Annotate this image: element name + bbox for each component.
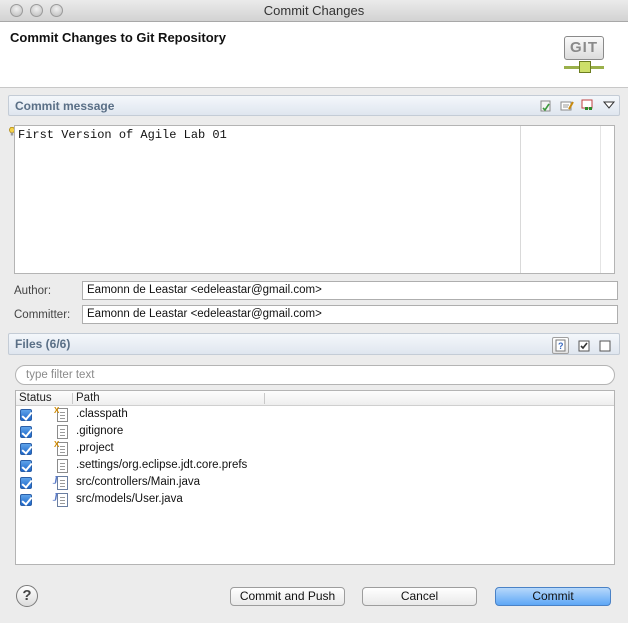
- xml-file-icon: X: [54, 440, 68, 456]
- uncheck-all-icon: [599, 340, 611, 352]
- commit-and-push-button[interactable]: Commit and Push: [230, 587, 345, 606]
- java-file-icon: J: [54, 474, 68, 490]
- help-button[interactable]: ?: [16, 585, 38, 607]
- file-filter-input[interactable]: type filter text: [15, 365, 615, 385]
- file-row[interactable]: X .project: [16, 440, 614, 458]
- file-path: .gitignore: [76, 425, 124, 437]
- files-section-header: Files (6/6): [8, 333, 620, 355]
- git-logo-text: GIT: [564, 36, 604, 60]
- chevron-down-icon[interactable]: [602, 99, 616, 113]
- file-row[interactable]: X .classpath: [16, 406, 614, 424]
- untracked-file-icon: ?: [555, 339, 566, 352]
- file-row[interactable]: J src/controllers/Main.java: [16, 474, 614, 492]
- author-field[interactable]: Eamonn de Leastar <edeleastar@gmail.com>: [82, 281, 618, 300]
- window-title: Commit Changes: [263, 3, 365, 18]
- banner-title: Commit Changes to Git Repository: [10, 30, 226, 45]
- files-section-label: Files (6/6): [15, 337, 71, 351]
- file-path: .classpath: [76, 408, 128, 420]
- file-checkbox[interactable]: [20, 426, 32, 438]
- file-checkbox[interactable]: [20, 477, 32, 489]
- svg-text:?: ?: [558, 341, 564, 351]
- text-file-icon: [57, 459, 68, 473]
- commit-message-section-header: Commit message: [8, 95, 620, 116]
- title-bar: Commit Changes: [0, 0, 628, 22]
- commit-message-label: Commit message: [15, 99, 115, 113]
- signed-off-by-icon[interactable]: [581, 99, 595, 113]
- file-row[interactable]: .settings/org.eclipse.jdt.core.prefs: [16, 458, 614, 475]
- files-table: Status Path X .classpath .gitignore X .p…: [15, 390, 615, 565]
- text-file-icon: [57, 425, 68, 439]
- files-table-header: Status Path: [16, 391, 614, 406]
- commit-button[interactable]: Commit: [495, 587, 611, 606]
- select-all-button[interactable]: [576, 337, 593, 354]
- spell-check-icon[interactable]: [539, 99, 553, 113]
- file-checkbox[interactable]: [20, 494, 32, 506]
- commit-message-text[interactable]: First Version of Agile Lab 01: [18, 128, 227, 142]
- xml-file-icon: X: [54, 406, 68, 422]
- git-logo-icon: GIT: [564, 36, 608, 76]
- file-checkbox[interactable]: [20, 443, 32, 455]
- file-path: .project: [76, 442, 114, 454]
- dialog-banner: Commit Changes to Git Repository GIT: [0, 22, 628, 88]
- check-all-icon: [578, 340, 590, 352]
- committer-field[interactable]: Eamonn de Leastar <edeleastar@gmail.com>: [82, 305, 618, 324]
- file-path: .settings/org.eclipse.jdt.core.prefs: [76, 459, 248, 471]
- commit-message-input[interactable]: First Version of Agile Lab 01: [14, 125, 615, 274]
- cancel-button[interactable]: Cancel: [362, 587, 477, 606]
- show-untracked-button[interactable]: ?: [552, 337, 569, 354]
- file-path: src/models/User.java: [76, 493, 183, 505]
- file-checkbox[interactable]: [20, 460, 32, 472]
- column-status[interactable]: Status: [19, 392, 52, 404]
- file-row[interactable]: J src/models/User.java: [16, 491, 614, 509]
- deselect-all-button[interactable]: [597, 337, 614, 354]
- commit-changes-dialog: Commit Changes Commit Changes to Git Rep…: [0, 0, 628, 623]
- java-file-icon: J: [54, 491, 68, 507]
- file-path: src/controllers/Main.java: [76, 476, 200, 488]
- committer-label: Committer:: [14, 309, 71, 321]
- file-row[interactable]: .gitignore: [16, 424, 614, 441]
- previous-message-icon[interactable]: [560, 99, 574, 113]
- file-checkbox[interactable]: [20, 409, 32, 421]
- author-label: Author:: [14, 285, 52, 297]
- column-path[interactable]: Path: [76, 392, 100, 404]
